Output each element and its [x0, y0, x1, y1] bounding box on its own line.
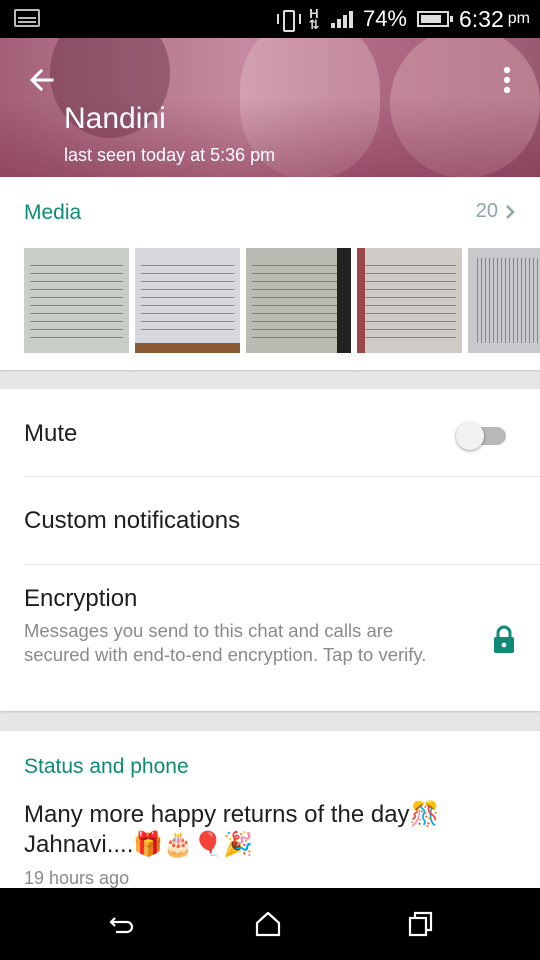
chevron-right-icon	[506, 204, 515, 219]
contact-header: Nandini last seen today at 5:36 pm	[0, 38, 540, 177]
nav-home-icon	[255, 911, 281, 937]
status-bar: H ⇅ 74% 6:32 pm	[0, 0, 540, 38]
toggle-knob	[456, 422, 484, 450]
status-text: Many more happy returns of the day🎊 Jahn…	[24, 801, 440, 858]
media-thumbnail[interactable]	[468, 248, 540, 353]
battery-icon	[417, 11, 453, 27]
signal-icon	[330, 10, 353, 28]
table-edge	[135, 343, 240, 353]
contact-name: Nandini	[64, 102, 166, 135]
media-thumbnail[interactable]	[246, 248, 351, 353]
chat-settings-section: Mute Custom notifications Encryption Mes…	[0, 389, 540, 711]
status-time: 19 hours ago	[24, 868, 130, 888]
status-phone-section: Status and phone Many more happy returns…	[0, 731, 540, 888]
keyboard-notification-icon	[14, 9, 40, 27]
status-icons: H ⇅ 74% 6:32 pm	[276, 4, 530, 34]
nav-back-icon	[109, 917, 134, 934]
status-title: Status and phone	[24, 755, 189, 778]
media-section: Media 20	[0, 177, 540, 370]
encryption-description: Messages you send to this chat and calls…	[24, 620, 427, 665]
handwriting-pattern	[252, 258, 345, 343]
encryption-label: Encryption	[24, 585, 138, 612]
mute-label: Mute	[24, 420, 78, 447]
navigation-bar	[0, 888, 540, 960]
back-button[interactable]	[26, 64, 58, 96]
battery-percent: 74%	[362, 6, 407, 31]
custom-notifications-label: Custom notifications	[24, 507, 241, 534]
nav-recents-button[interactable]	[406, 909, 436, 939]
print-pattern	[474, 258, 540, 343]
last-seen-text: last seen today at 5:36 pm	[64, 145, 276, 165]
media-count-link[interactable]: 20	[476, 200, 516, 223]
page-edge	[357, 248, 365, 353]
handwriting-pattern	[141, 258, 234, 335]
more-options-button[interactable]	[496, 64, 518, 96]
custom-notifications-row[interactable]: Custom notifications	[0, 477, 540, 565]
page-shadow	[337, 248, 351, 353]
network-type-icon: H ⇅	[308, 6, 320, 32]
nav-back-button[interactable]	[106, 909, 136, 939]
vibrate-icon	[276, 9, 301, 32]
handwriting-pattern	[363, 258, 456, 343]
mute-toggle[interactable]	[456, 422, 508, 450]
media-thumbnail[interactable]	[357, 248, 462, 353]
clock: 6:32	[459, 5, 504, 32]
handwriting-pattern	[30, 258, 123, 343]
nav-recents-icon	[408, 911, 433, 937]
media-thumbnails	[24, 248, 540, 353]
nav-home-button[interactable]	[253, 909, 283, 939]
lock-icon	[494, 625, 514, 653]
media-thumbnail[interactable]	[24, 248, 129, 353]
network-type-label: H	[309, 6, 319, 21]
arrow-left-icon	[29, 68, 54, 92]
more-vertical-icon	[503, 66, 511, 94]
mute-row[interactable]: Mute	[0, 389, 540, 477]
clock-suffix: pm	[507, 10, 530, 27]
media-thumbnail[interactable]	[135, 248, 240, 353]
media-count: 20	[475, 200, 498, 222]
media-title: Media	[24, 201, 82, 224]
